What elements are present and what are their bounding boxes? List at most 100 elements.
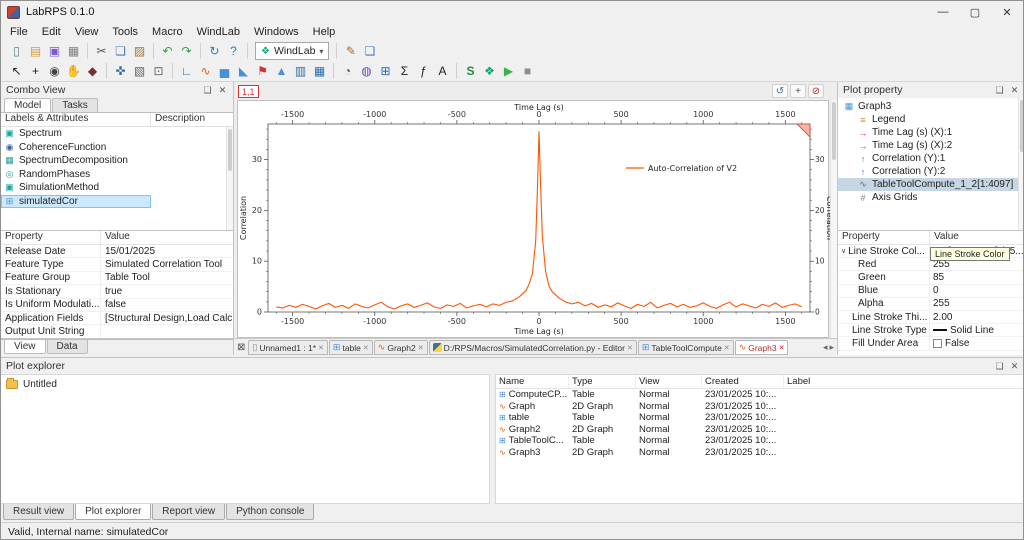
property-value[interactable]: true <box>101 286 233 297</box>
explorer-row-tabletoolc[interactable]: ⊞TableToolC...TableNormal23/01/2025 10:.… <box>496 435 1024 447</box>
plot-explorer-header[interactable]: Plot explorer ❏ ✕ <box>1 358 1024 374</box>
menu-tools[interactable]: Tools <box>105 24 145 40</box>
close-tab-icon[interactable]: ✕ <box>779 344 785 352</box>
mdi-tab-d-rps-macros-simulatedcorrelation-py-editor[interactable]: D:/RPS/Macros/SimulatedCorrelation.py - … <box>429 340 637 355</box>
new-file-icon[interactable]: ▯ <box>7 42 26 60</box>
close-tab-icon[interactable]: ✕ <box>363 344 369 352</box>
explorer-root-item[interactable]: Untitled <box>1 377 489 391</box>
float-panel-icon[interactable]: ❏ <box>994 85 1005 96</box>
close-tab-icon[interactable]: ✕ <box>627 344 633 352</box>
select-region-icon[interactable]: ▧ <box>130 62 149 80</box>
plot-tree-item-correlation-y-2[interactable]: ↑Correlation (Y):2 <box>838 165 1024 178</box>
pie-chart-icon[interactable]: ◔ <box>338 62 357 80</box>
tree-header[interactable]: Labels & Attributes Description <box>1 113 233 127</box>
tab-data[interactable]: Data <box>47 340 88 354</box>
tree-item-spectrum[interactable]: ▣Spectrum <box>1 127 233 141</box>
view-tab-result-view[interactable]: Result view <box>3 504 74 520</box>
axes-icon[interactable]: ∟ <box>177 62 196 80</box>
property-value[interactable]: Table Tool <box>101 272 233 283</box>
tab-view[interactable]: View <box>4 340 46 354</box>
menu-edit[interactable]: Edit <box>35 24 68 40</box>
erase-icon[interactable]: ◆ <box>83 62 102 80</box>
macro-execute-icon[interactable]: ❏ <box>360 42 379 60</box>
mdi-tab-graph3[interactable]: ∿Graph3✕ <box>735 340 789 355</box>
plot-tree-item-tabletoolcompute-1-2-1-4097[interactable]: ∿TableToolCompute_1_2[1:4097] <box>838 178 1024 191</box>
close-panel-icon[interactable]: ✕ <box>217 85 228 96</box>
plot-tree-item-graph3[interactable]: ▦Graph3 <box>838 100 1024 113</box>
close-panel-icon[interactable]: ✕ <box>1009 361 1020 372</box>
area-chart-icon[interactable]: ◣ <box>234 62 253 80</box>
property-column-header[interactable]: Property <box>838 231 930 244</box>
select-tool-icon[interactable]: ↖ <box>7 62 26 80</box>
open-file-icon[interactable]: ▤ <box>26 42 45 60</box>
tab-model[interactable]: Model <box>4 98 51 112</box>
run-simulation-icon[interactable]: ▶ <box>499 62 518 80</box>
macro-edit-icon[interactable]: ✎ <box>341 42 360 60</box>
explorer-row-graph[interactable]: ∿Graph2D GraphNormal23/01/2025 10:... <box>496 401 1024 413</box>
scroll-tabs-right-icon[interactable]: ▸ <box>829 342 834 353</box>
paste-icon[interactable]: ▨ <box>130 42 149 60</box>
zoom-icon[interactable]: + <box>790 84 806 98</box>
combo-view-header[interactable]: Combo View ❏ ✕ <box>1 82 233 98</box>
view-tab-python-console[interactable]: Python console <box>226 504 314 520</box>
line-plot-icon[interactable]: ∿ <box>196 62 215 80</box>
view-tab-report-view[interactable]: Report view <box>152 504 225 520</box>
globe-tool-icon[interactable]: ❖ <box>480 62 499 80</box>
plot-tree-item-time-lag-s-x-1[interactable]: →Time Lag (s) (X):1 <box>838 126 1024 139</box>
workbench-selector[interactable]: ❖ WindLab ▾ <box>255 42 329 60</box>
tree-item-simulationmethod[interactable]: ▣SimulationMethod <box>1 181 233 195</box>
box-plot-icon[interactable]: ▥ <box>291 62 310 80</box>
add-item-icon[interactable]: + <box>26 62 45 80</box>
menu-windlab[interactable]: WindLab <box>190 24 247 40</box>
plot-prop-row-fill-under-area[interactable]: Fill Under AreaFalse <box>838 337 1024 350</box>
mdi-tab-tabletoolcompute[interactable]: ⊞TableToolCompute✕ <box>638 340 734 355</box>
column-header-name[interactable]: Name <box>496 375 569 388</box>
menu-windows[interactable]: Windows <box>247 24 306 40</box>
function-icon[interactable]: ƒ <box>414 62 433 80</box>
property-value[interactable]: 15/01/2025 <box>101 246 233 257</box>
sphere-icon[interactable]: ◍ <box>357 62 376 80</box>
column-header-label[interactable]: Label <box>784 375 1024 388</box>
redo-icon[interactable]: ↷ <box>177 42 196 60</box>
cut-icon[interactable]: ✂ <box>92 42 111 60</box>
text-label-icon[interactable]: A <box>433 62 452 80</box>
plot-prop-row-line-stroke-type[interactable]: Line Stroke TypeSolid Line <box>838 324 1024 337</box>
refresh-icon[interactable]: ↻ <box>205 42 224 60</box>
table-view-icon[interactable]: ⊞ <box>376 62 395 80</box>
maximize-button[interactable]: ▢ <box>959 1 991 23</box>
close-tab-icon[interactable]: ✕ <box>724 344 730 352</box>
tree-scrollbar[interactable] <box>1018 98 1024 230</box>
property-value[interactable]: 85 <box>930 272 1024 283</box>
pan-view-icon[interactable]: ✋ <box>64 62 83 80</box>
explorer-row-graph3[interactable]: ∿Graph32D GraphNormal23/01/2025 10:... <box>496 447 1024 459</box>
tree-item-randomphases[interactable]: ◎RandomPhases <box>1 168 233 182</box>
plot-tree-item-axis-grids[interactable]: #Axis Grids <box>838 191 1024 204</box>
expander-icon[interactable]: ∨ <box>841 247 846 255</box>
tree-scrollbar[interactable] <box>226 127 233 230</box>
plot-tree-item-time-lag-s-x-2[interactable]: →Time Lag (s) (X):2 <box>838 139 1024 152</box>
scrollbar-thumb[interactable] <box>1020 100 1024 152</box>
clear-plot-icon[interactable]: ⊘ <box>808 84 824 98</box>
property-value[interactable]: 255 <box>930 298 1024 309</box>
plot-scrollbar[interactable] <box>830 100 837 338</box>
tree-item-simulatedcor[interactable]: ⊞simulatedCor <box>1 195 233 209</box>
plot-prop-row-blue[interactable]: Blue0 <box>838 285 1024 298</box>
property-row-feature-group[interactable]: Feature GroupTable Tool <box>1 272 233 285</box>
column-header-view[interactable]: View <box>636 375 702 388</box>
print-icon[interactable]: ▦ <box>64 42 83 60</box>
close-subwindow-icon[interactable]: ⊠ <box>237 342 245 353</box>
plot-tree-item-correlation-y-1[interactable]: ↑Correlation (Y):1 <box>838 152 1024 165</box>
grid-plot-icon[interactable]: ▦ <box>310 62 329 80</box>
property-row-is-stationary[interactable]: Is Stationarytrue <box>1 285 233 298</box>
mdi-tab-graph2[interactable]: ∿Graph2✕ <box>374 340 428 355</box>
pick-point-icon[interactable]: ◉ <box>45 62 64 80</box>
checkbox[interactable] <box>933 339 942 348</box>
column-header-type[interactable]: Type <box>569 375 636 388</box>
property-value[interactable]: [Structural Design,Load Calc... <box>101 313 233 324</box>
menu-help[interactable]: Help <box>306 24 343 40</box>
explorer-row-computecp[interactable]: ⊞ComputeCP...TableNormal23/01/2025 10:..… <box>496 389 1024 401</box>
tree-header-description[interactable]: Description <box>151 113 233 126</box>
close-button[interactable]: ✕ <box>991 1 1023 23</box>
explorer-row-table[interactable]: ⊞tableTableNormal23/01/2025 10:... <box>496 412 1024 424</box>
plot-prop-row-line-stroke-thi[interactable]: Line Stroke Thi...2.00 <box>838 311 1024 324</box>
